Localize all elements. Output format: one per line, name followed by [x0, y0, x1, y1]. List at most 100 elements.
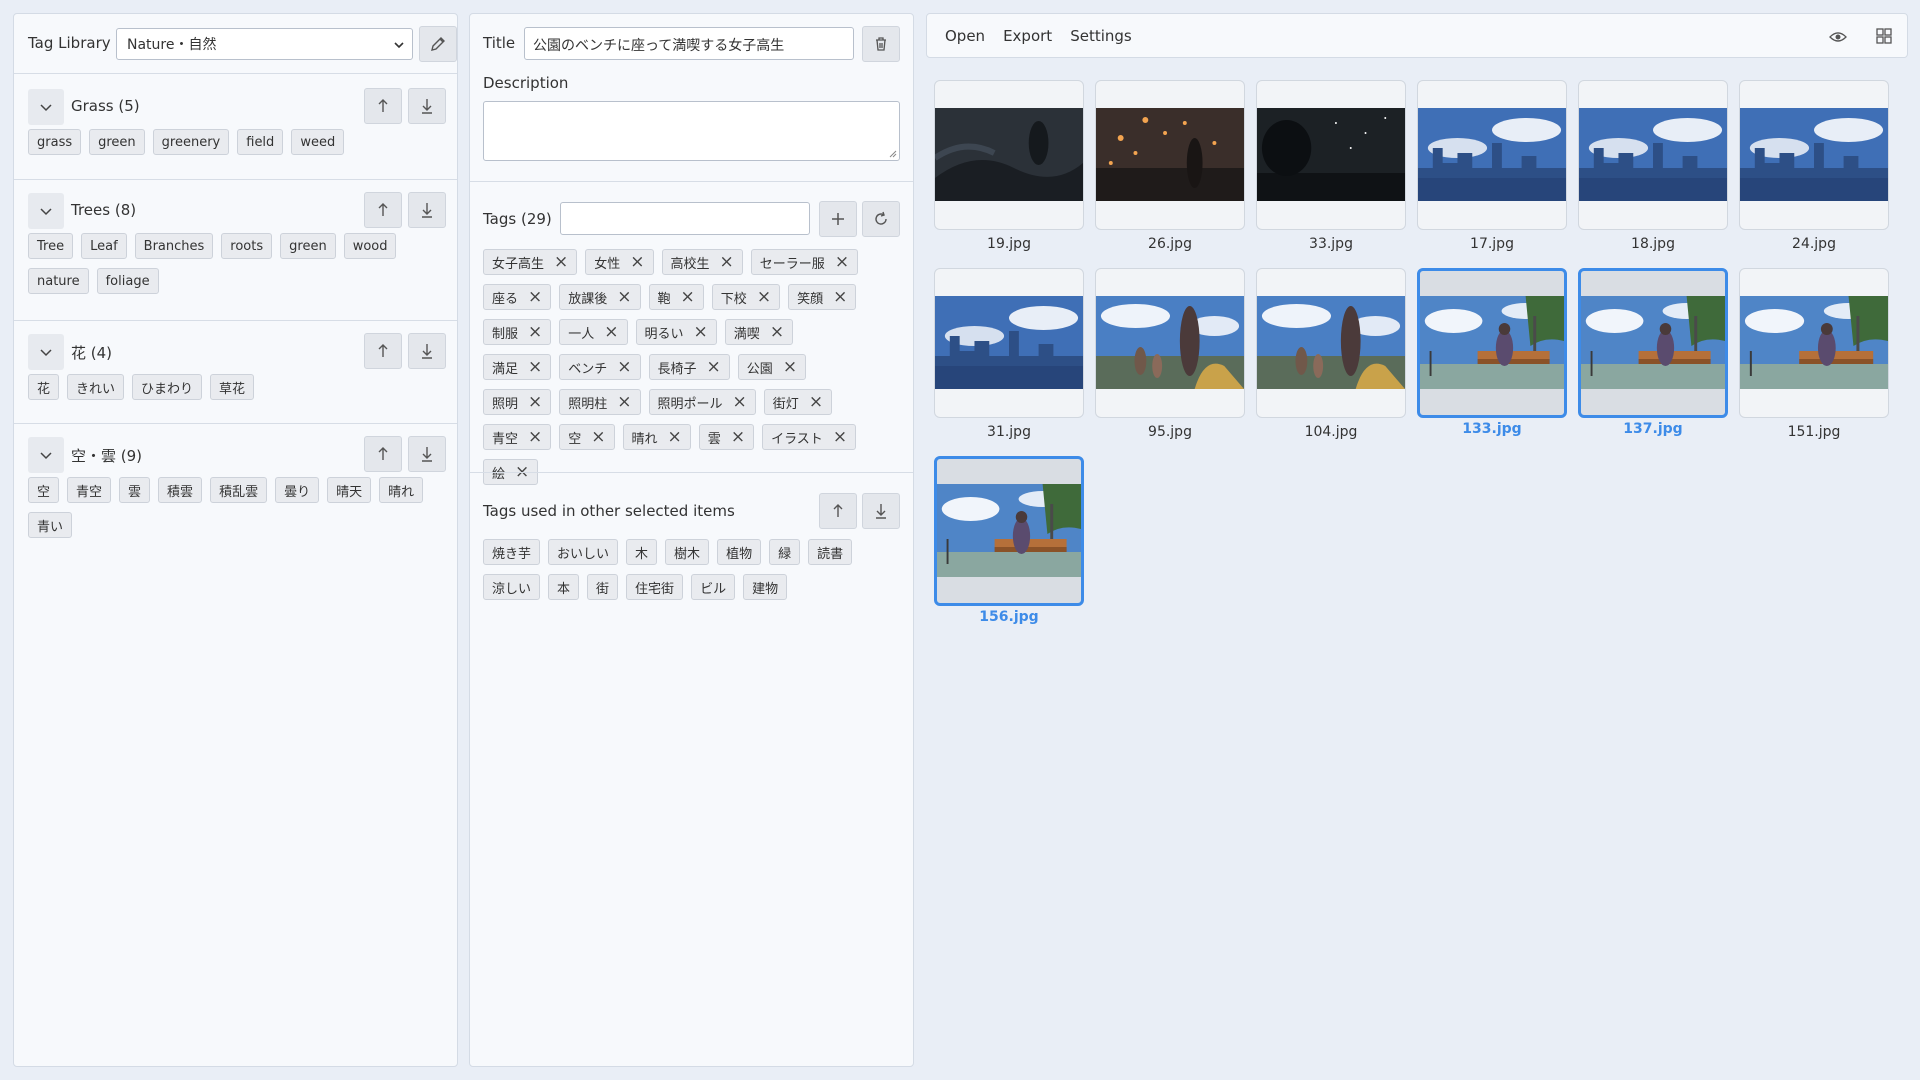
remove-tag-icon[interactable]: × — [617, 393, 631, 411]
image-thumbnail[interactable] — [1739, 80, 1889, 230]
collapse-group-button[interactable] — [28, 334, 64, 370]
remove-tag-icon[interactable]: × — [668, 428, 682, 446]
library-tag-chip[interactable]: foliage — [96, 268, 159, 294]
move-bottom-button[interactable] — [862, 493, 900, 529]
eye-icon[interactable] — [1829, 28, 1847, 46]
collapse-group-button[interactable] — [28, 89, 64, 125]
open-menu[interactable]: Open — [945, 27, 985, 45]
collapse-group-button[interactable] — [28, 193, 64, 229]
library-tag-chip[interactable]: weed — [291, 129, 345, 155]
remove-tag-icon[interactable]: × — [554, 253, 568, 271]
edit-library-button[interactable] — [419, 26, 457, 62]
library-tag-chip[interactable]: Branches — [134, 233, 214, 259]
move-up-button[interactable] — [819, 493, 857, 529]
item-tag-chip[interactable]: 雲 × — [698, 424, 755, 450]
library-tag-chip[interactable]: 青空 — [67, 477, 112, 503]
item-tag-chip[interactable]: 一人 × — [559, 319, 628, 345]
remove-tag-icon[interactable]: × — [835, 253, 849, 271]
remove-tag-icon[interactable]: × — [528, 288, 542, 306]
item-tag-chip[interactable]: 笑顔 × — [788, 284, 857, 310]
item-tag-chip[interactable]: 満喫 × — [724, 319, 794, 345]
image-thumbnail[interactable] — [934, 80, 1084, 230]
other-tag-chip[interactable]: 住宅街 — [626, 574, 684, 600]
library-tag-chip[interactable]: 曇り — [275, 477, 320, 503]
library-tag-chip[interactable]: grass — [28, 129, 82, 155]
item-tag-chip[interactable]: 制服 × — [483, 319, 552, 345]
other-tag-chip[interactable]: 涼しい — [483, 574, 541, 600]
item-tag-chip[interactable]: 女性 × — [585, 249, 654, 275]
remove-tag-icon[interactable]: × — [617, 288, 631, 306]
grid-view-icon[interactable] — [1875, 27, 1893, 45]
library-tag-chip[interactable]: greenery — [152, 129, 230, 155]
image-thumbnail[interactable] — [1256, 80, 1406, 230]
item-tag-chip[interactable]: 座る × — [483, 284, 552, 310]
item-tag-chip[interactable]: 照明柱 × — [559, 389, 641, 415]
move-group-bottom-button[interactable] — [408, 333, 446, 369]
item-tag-chip[interactable]: 照明 × — [483, 389, 552, 415]
library-select[interactable]: Nature・自然 — [116, 28, 413, 60]
library-tag-chip[interactable]: Tree — [28, 233, 74, 259]
remove-tag-icon[interactable]: × — [833, 428, 847, 446]
remove-tag-icon[interactable]: × — [783, 358, 797, 376]
remove-tag-icon[interactable]: × — [528, 358, 542, 376]
move-group-bottom-button[interactable] — [408, 192, 446, 228]
other-tag-chip[interactable]: 本 — [548, 574, 580, 600]
remove-tag-icon[interactable]: × — [809, 393, 823, 411]
item-tag-chip[interactable]: 下校 × — [711, 284, 781, 310]
remove-tag-icon[interactable]: × — [757, 288, 771, 306]
other-tag-chip[interactable]: 街 — [587, 574, 619, 600]
other-tag-chip[interactable]: 緑 — [769, 539, 801, 565]
remove-tag-icon[interactable]: × — [630, 253, 644, 271]
library-tag-chip[interactable]: wood — [343, 233, 397, 259]
library-tag-chip[interactable]: 晴れ — [379, 477, 424, 503]
library-tag-chip[interactable]: 積乱雲 — [210, 477, 268, 503]
image-thumbnail[interactable] — [1095, 268, 1245, 418]
library-tag-chip[interactable]: きれい — [67, 374, 125, 400]
move-group-up-button[interactable] — [364, 88, 402, 124]
remove-tag-icon[interactable]: × — [617, 358, 631, 376]
export-menu[interactable]: Export — [1003, 27, 1052, 45]
description-textarea[interactable] — [483, 101, 900, 161]
image-thumbnail[interactable] — [1095, 80, 1245, 230]
delete-item-button[interactable] — [862, 26, 900, 62]
library-tag-chip[interactable]: nature — [28, 268, 89, 294]
library-tag-chip[interactable]: green — [89, 129, 145, 155]
remove-tag-icon[interactable]: × — [770, 323, 784, 341]
item-tag-chip[interactable]: ベンチ × — [559, 354, 641, 380]
settings-menu[interactable]: Settings — [1070, 27, 1132, 45]
item-tag-chip[interactable]: 高校生 × — [661, 249, 743, 275]
item-tag-chip[interactable]: 満足 × — [483, 354, 552, 380]
image-thumbnail[interactable] — [1578, 268, 1728, 418]
item-tag-chip[interactable]: 晴れ × — [622, 424, 691, 450]
library-tag-chip[interactable]: 積雲 — [158, 477, 203, 503]
move-group-up-button[interactable] — [364, 333, 402, 369]
move-group-bottom-button[interactable] — [408, 88, 446, 124]
image-thumbnail[interactable] — [934, 456, 1084, 606]
other-tag-chip[interactable]: 樹木 — [665, 539, 710, 565]
remove-tag-icon[interactable]: × — [528, 428, 542, 446]
item-tag-chip[interactable]: 青空 × — [483, 424, 552, 450]
library-tag-chip[interactable]: ひまわり — [132, 374, 203, 400]
image-thumbnail[interactable] — [1739, 268, 1889, 418]
add-tag-button[interactable] — [819, 201, 857, 237]
remove-tag-icon[interactable]: × — [604, 323, 618, 341]
library-tag-chip[interactable]: roots — [221, 233, 273, 259]
item-tag-chip[interactable]: 放課後 × — [559, 284, 641, 310]
remove-tag-icon[interactable]: × — [591, 428, 605, 446]
image-thumbnail[interactable] — [1256, 268, 1406, 418]
refresh-tags-button[interactable] — [862, 201, 900, 237]
remove-tag-icon[interactable]: × — [731, 428, 745, 446]
item-tag-chip[interactable]: 街灯 × — [763, 389, 833, 415]
move-group-up-button[interactable] — [364, 192, 402, 228]
other-tag-chip[interactable]: 植物 — [717, 539, 762, 565]
remove-tag-icon[interactable]: × — [707, 358, 721, 376]
remove-tag-icon[interactable]: × — [528, 393, 542, 411]
other-tag-chip[interactable]: 読書 — [808, 539, 853, 565]
other-tag-chip[interactable]: ビル — [691, 574, 736, 600]
image-thumbnail[interactable] — [1417, 80, 1567, 230]
library-tag-chip[interactable]: 草花 — [210, 374, 255, 400]
item-tag-chip[interactable]: 鞄 × — [648, 284, 704, 310]
title-input[interactable]: 公園のベンチに座って満喫する女子高生 — [524, 27, 854, 60]
other-tag-chip[interactable]: 建物 — [743, 574, 788, 600]
add-tag-input[interactable] — [560, 202, 810, 235]
